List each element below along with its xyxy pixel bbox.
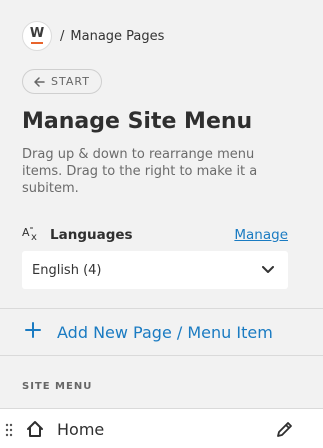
page-description: Drag up & down to rearrange menu items. … <box>22 147 258 196</box>
add-page-label: Add New Page / Menu Item <box>57 322 273 342</box>
language-select[interactable]: English (4) <box>22 251 288 289</box>
breadcrumb-separator: / <box>60 28 65 44</box>
edit-icon[interactable] <box>275 419 295 443</box>
svg-text:A: A <box>22 226 30 239</box>
logo-letter: W <box>29 26 45 41</box>
divider <box>0 355 323 356</box>
start-button-label: START <box>51 75 90 88</box>
menu-item-label: Home <box>57 420 105 439</box>
arrow-left-icon <box>34 76 45 87</box>
svg-text:x: x <box>31 232 37 241</box>
languages-row: A x Languages Manage <box>22 224 288 246</box>
home-icon <box>26 420 44 442</box>
page-title: Manage Site Menu <box>22 109 253 134</box>
languages-label: Languages <box>50 227 133 243</box>
divider <box>0 308 323 309</box>
breadcrumb: / Manage Pages <box>60 29 164 44</box>
menu-item-home[interactable]: Home <box>0 408 323 448</box>
site-menu-section-label: SITE MENU <box>22 381 93 392</box>
language-selected-value: English (4) <box>32 262 102 278</box>
drag-handle-icon[interactable] <box>5 422 13 441</box>
chevron-down-icon <box>262 263 274 278</box>
add-page-button[interactable]: Add New Page / Menu Item <box>25 320 273 344</box>
breadcrumb-current: Manage Pages <box>70 28 165 44</box>
app-logo[interactable]: W <box>22 21 52 51</box>
top-bar: W / Manage Pages <box>22 21 164 51</box>
plus-icon <box>25 322 41 342</box>
manage-languages-link[interactable]: Manage <box>234 227 288 243</box>
start-button[interactable]: START <box>22 69 102 94</box>
logo-underline <box>31 42 43 44</box>
translate-icon: A x <box>22 225 42 245</box>
